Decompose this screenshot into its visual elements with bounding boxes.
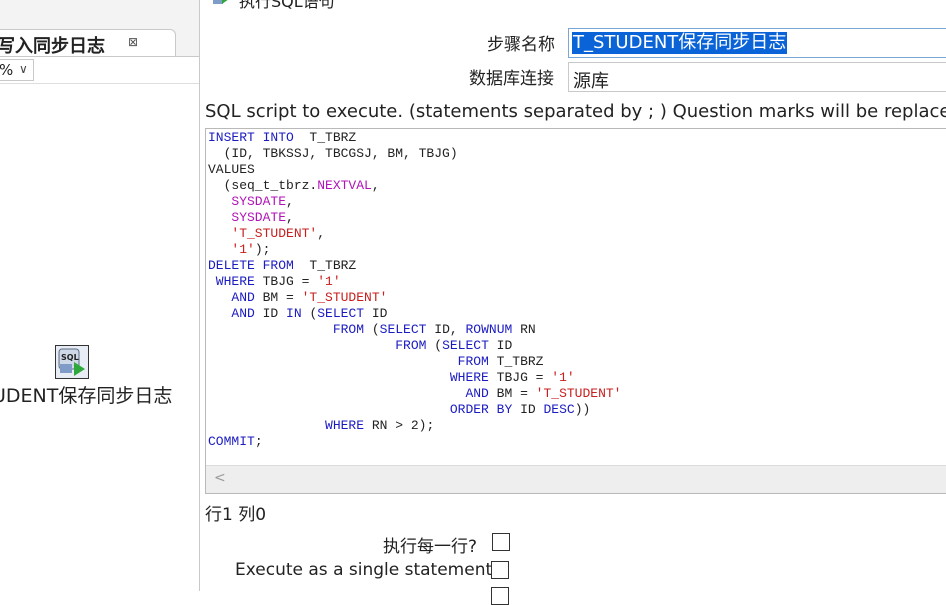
transformation-panel: 写入同步日志 ⊠ % ∨ SQL UDENT保存同步日志 [0,0,200,591]
dialog-title: 执行SQL语句 [239,0,335,11]
code-line: WHERE TBJG = '1' [208,274,341,289]
code-line: 'T_STUDENT', [231,226,326,241]
code-line: COMMIT; [208,434,263,449]
code-line: '1'); [231,242,271,257]
code-line: WHERE RN > 2); [325,418,435,433]
execute-each-row-checkbox[interactable] [492,533,510,551]
tab-label: 写入同步日志 [0,36,105,57]
step-name-value: T_STUDENT保存同步日志 [572,32,788,54]
next-option-checkbox[interactable] [491,587,509,605]
horizontal-scrollbar[interactable]: < [206,465,946,493]
close-icon[interactable]: ⊠ [128,35,138,49]
scroll-left-icon[interactable]: < [214,470,226,486]
code-line: (seq_t_tbrz.NEXTVAL, [208,178,380,193]
code-line: FROM T_TBRZ [457,354,544,369]
code-line: AND BM = 'T_STUDENT' [465,386,622,401]
step-name-label: 步骤名称 [487,35,555,55]
sql-editor[interactable]: INSERT INTO T_TBRZ (ID, TBKSSJ, TBCGSJ, … [205,128,946,494]
sql-code[interactable]: INSERT INTO T_TBRZ (ID, TBKSSJ, TBCGSJ, … [208,130,622,450]
code-line: DELETE FROM T_TBRZ [208,258,357,273]
code-line: SYSDATE, [231,194,294,209]
canvas[interactable]: SQL UDENT保存同步日志 [0,84,199,591]
execute-single-statement-checkbox[interactable] [491,561,509,579]
execute-sql-dialog: 执行SQL语句 步骤名称 T_STUDENT保存同步日志 数据库连接 源库 SQ… [201,0,946,605]
step-name-input[interactable]: T_STUDENT保存同步日志 [568,28,946,58]
editor-tab-bar: 写入同步日志 ⊠ [0,0,199,57]
code-line: AND BM = 'T_STUDENT' [231,290,388,305]
sql-script-icon [213,0,228,4]
code-line: FROM (SELECT ID [395,338,513,353]
code-line: WHERE TBJG = '1' [449,370,575,385]
canvas-toolbar: % ∨ [0,56,199,84]
step-label: UDENT保存同步日志 [0,385,173,407]
connection-select[interactable]: 源库 [568,62,946,92]
execute-single-statement-label: Execute as a single statement [235,560,493,580]
zoom-value: % [0,61,14,79]
cursor-position: 行1 列0 [205,505,267,525]
tab-write-sync-log[interactable]: 写入同步日志 ⊠ [0,29,176,57]
chevron-down-icon: ∨ [19,62,28,76]
connection-value: 源库 [573,71,609,92]
zoom-select[interactable]: % ∨ [0,59,34,81]
connection-label: 数据库连接 [469,69,554,89]
sql-script-icon[interactable]: SQL [55,345,89,379]
execute-each-row-label: 执行每一行? [383,537,478,557]
code-line: FROM (SELECT ID, ROWNUM RN [332,322,536,337]
code-line: SYSDATE, [231,210,294,225]
code-line: VALUES [208,162,255,177]
code-line: (ID, TBKSSJ, TBCGSJ, BM, TBJG) [208,146,458,161]
sql-description: SQL script to execute. (statements separ… [205,101,946,122]
code-line: INSERT INTO T_TBRZ [208,130,357,145]
code-line: ORDER BY ID DESC)) [449,402,591,417]
svg-text:SQL: SQL [61,353,79,362]
code-line: AND ID IN (SELECT ID [231,306,388,321]
